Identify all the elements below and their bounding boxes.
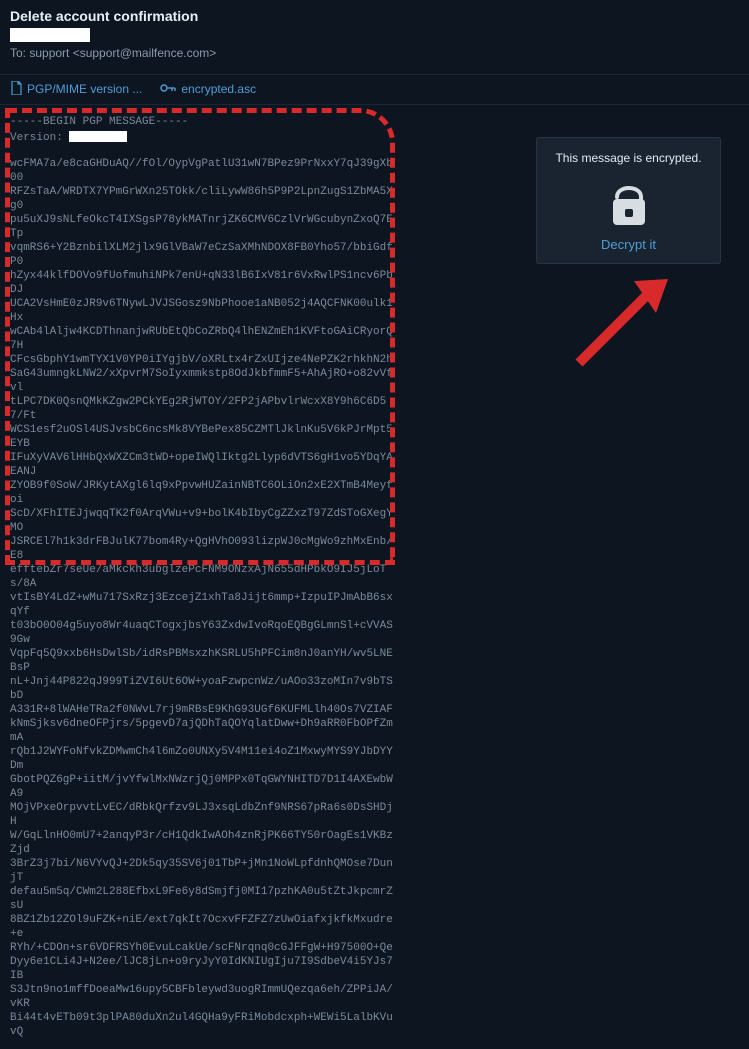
attachment-encrypted-label: encrypted.asc <box>181 82 256 96</box>
encrypted-title: This message is encrypted. <box>546 151 711 165</box>
pgp-version-line: Version: <box>10 131 395 145</box>
decrypt-button[interactable]: Decrypt it <box>546 237 711 252</box>
to-address: support <support@mailfence.com> <box>29 46 216 60</box>
attachments-bar: PGP/MIME version ... encrypted.asc <box>0 75 749 105</box>
message-body: -----BEGIN PGP MESSAGE----- Version: wcF… <box>0 105 749 1049</box>
attachment-pgp-mime[interactable]: PGP/MIME version ... <box>10 81 142 98</box>
pgp-begin-line: -----BEGIN PGP MESSAGE----- <box>10 115 395 129</box>
lock-icon <box>607 175 651 227</box>
doc-icon <box>10 81 22 98</box>
message-header: Delete account confirmation To: support … <box>0 0 749 60</box>
encrypted-notice: This message is encrypted. Decrypt it <box>536 137 721 264</box>
key-icon <box>160 82 176 97</box>
pgp-version-redacted <box>69 131 127 142</box>
to-label: To: <box>10 46 29 60</box>
from-redacted <box>10 26 739 42</box>
message-subject: Delete account confirmation <box>10 8 739 24</box>
pgp-version-label: Version: <box>10 132 69 144</box>
attachment-pgp-label: PGP/MIME version ... <box>27 82 142 96</box>
attachment-encrypted-asc[interactable]: encrypted.asc <box>160 82 256 97</box>
arrow-annotation <box>564 273 674 373</box>
pgp-ascii-armor: wcFMA7a/e8caGHDuAQ//fOl/OypVgPatlU31wN7B… <box>10 157 395 1039</box>
pgp-message-block: -----BEGIN PGP MESSAGE----- Version: wcF… <box>10 115 395 1039</box>
message-to: To: support <support@mailfence.com> <box>10 46 739 60</box>
